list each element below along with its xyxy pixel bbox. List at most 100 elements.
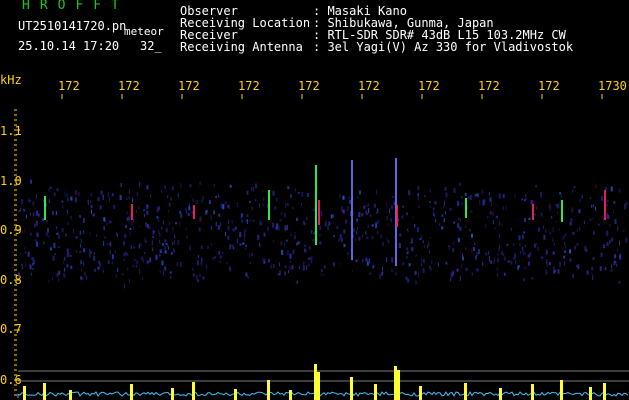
noise-speck	[239, 243, 242, 246]
noise-speck	[186, 235, 188, 239]
noise-speck	[81, 277, 84, 281]
noise-speck	[279, 262, 281, 267]
noise-speck	[187, 213, 190, 216]
noise-speck	[46, 219, 49, 222]
noise-speck	[213, 184, 215, 188]
noise-speck	[340, 238, 343, 243]
noise-speck	[419, 238, 422, 240]
noise-speck	[482, 261, 484, 266]
noise-speck	[391, 268, 393, 273]
noise-speck	[342, 195, 345, 200]
noise-speck	[557, 211, 558, 215]
noise-speck	[289, 194, 292, 199]
noise-speck	[127, 267, 129, 271]
noise-speck	[262, 203, 264, 207]
level-spike	[23, 386, 26, 400]
noise-speck	[395, 272, 397, 276]
noise-speck	[379, 274, 381, 280]
noise-speck	[576, 265, 578, 268]
noise-speck	[69, 254, 72, 257]
noise-speck	[470, 210, 473, 213]
noise-speck	[604, 268, 606, 271]
noise-speck	[249, 219, 251, 223]
noise-speck	[155, 254, 158, 260]
noise-speck	[229, 244, 232, 250]
noise-speck	[319, 233, 321, 237]
noise-speck	[292, 207, 294, 210]
noise-speck	[34, 223, 37, 228]
noise-speck	[247, 276, 249, 279]
noise-speck	[390, 205, 393, 210]
noise-speck	[24, 251, 26, 254]
noise-speck	[206, 264, 208, 269]
noise-speck	[339, 193, 341, 198]
noise-speck	[616, 264, 618, 267]
noise-speck	[53, 192, 56, 197]
noise-speck	[298, 266, 300, 269]
noise-speck	[311, 229, 313, 234]
noise-speck	[200, 260, 203, 266]
noise-speck	[528, 261, 530, 266]
noise-speck	[502, 206, 504, 211]
noise-speck	[296, 242, 298, 246]
noise-speck	[471, 272, 473, 276]
noise-speck	[144, 237, 146, 242]
noise-speck	[289, 266, 292, 270]
noise-speck	[496, 204, 498, 207]
noise-speck	[125, 225, 128, 229]
noise-speck	[471, 249, 473, 253]
noise-speck	[555, 221, 557, 224]
noise-speck	[18, 232, 19, 235]
noise-speck	[171, 186, 174, 191]
noise-speck	[279, 270, 281, 276]
noise-speck	[545, 228, 547, 233]
noise-speck	[522, 250, 525, 255]
noise-speck	[136, 192, 138, 196]
noise-speck	[625, 237, 628, 243]
noise-speck	[197, 279, 200, 283]
noise-speck	[103, 226, 105, 231]
noise-speck	[231, 219, 233, 224]
noise-speck	[75, 236, 78, 239]
noise-speck	[514, 253, 517, 259]
noise-speck	[66, 264, 69, 268]
noise-speck	[80, 238, 82, 243]
level-spike	[397, 370, 400, 400]
noise-speck	[164, 245, 166, 251]
meteor-streak	[351, 160, 353, 260]
noise-speck	[180, 183, 182, 189]
noise-speck	[398, 243, 401, 248]
noise-speck	[355, 259, 358, 263]
noise-speck	[381, 271, 384, 276]
noise-speck	[262, 257, 264, 261]
noise-speck	[497, 253, 499, 257]
noise-speck	[124, 283, 126, 289]
noise-speck	[35, 220, 38, 226]
noise-speck	[347, 252, 350, 255]
noise-speck	[537, 227, 540, 232]
noise-speck	[443, 204, 445, 208]
noise-speck	[606, 241, 609, 246]
noise-speck	[552, 238, 554, 243]
noise-speck	[391, 257, 394, 263]
noise-speck	[167, 243, 169, 248]
noise-speck	[502, 194, 505, 199]
noise-speck	[115, 274, 117, 278]
noise-speck	[80, 260, 83, 265]
level-spike	[289, 390, 292, 400]
noise-speck	[249, 200, 251, 203]
noise-speck	[474, 195, 477, 198]
noise-speck	[47, 227, 49, 233]
noise-speck	[603, 244, 606, 249]
noise-speck	[297, 191, 300, 194]
noise-speck	[53, 243, 56, 248]
noise-speck	[529, 252, 531, 256]
noise-speck	[553, 269, 556, 274]
level-spike	[43, 383, 46, 400]
noise-speck	[386, 216, 388, 221]
noise-speck	[606, 203, 608, 207]
noise-speck	[224, 201, 227, 205]
noise-speck	[423, 195, 426, 198]
noise-speck	[545, 249, 548, 255]
noise-speck	[89, 251, 92, 254]
